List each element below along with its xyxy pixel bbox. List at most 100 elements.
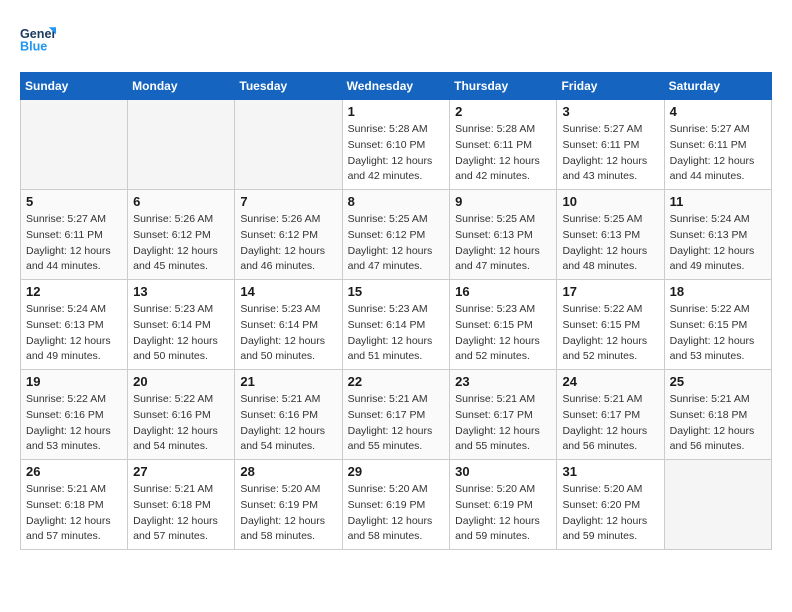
calendar-week-row: 19 Sunrise: 5:22 AMSunset: 6:16 PMDayligh… — [21, 370, 772, 460]
day-info: Sunrise: 5:23 AMSunset: 6:15 PMDaylight:… — [455, 302, 551, 365]
day-info: Sunrise: 5:22 AMSunset: 6:16 PMDaylight:… — [133, 392, 229, 455]
calendar-day-cell: 2 Sunrise: 5:28 AMSunset: 6:11 PMDaylight… — [450, 100, 557, 190]
day-number: 21 — [240, 374, 336, 389]
day-number: 17 — [562, 284, 658, 299]
calendar-day-cell: 20 Sunrise: 5:22 AMSunset: 6:16 PMDayligh… — [128, 370, 235, 460]
day-info: Sunrise: 5:22 AMSunset: 6:15 PMDaylight:… — [670, 302, 766, 365]
calendar-day-cell: 21Sunrise: 5:21 AMSunset: 6:16 PMDayligh… — [235, 370, 342, 460]
calendar-day-cell: 15 Sunrise: 5:23 AMSunset: 6:14 PMDayligh… — [342, 280, 450, 370]
calendar-day-header: Tuesday — [235, 73, 342, 100]
day-number: 10 — [562, 194, 658, 209]
calendar-day-cell: 4 Sunrise: 5:27 AMSunset: 6:11 PMDaylight… — [664, 100, 771, 190]
calendar-day-cell — [235, 100, 342, 190]
day-number: 16 — [455, 284, 551, 299]
day-number: 23 — [455, 374, 551, 389]
calendar-day-cell: 23 Sunrise: 5:21 AMSunset: 6:17 PMDayligh… — [450, 370, 557, 460]
day-info: Sunrise: 5:21 AMSunset: 6:17 PMDaylight:… — [455, 392, 551, 455]
day-info: Sunrise: 5:26 AMSunset: 6:12 PMDaylight:… — [240, 212, 336, 275]
day-number: 19 — [26, 374, 122, 389]
calendar-day-cell: 29 Sunrise: 5:20 AMSunset: 6:19 PMDayligh… — [342, 460, 450, 550]
calendar-day-cell: 10 Sunrise: 5:25 AMSunset: 6:13 PMDayligh… — [557, 190, 664, 280]
day-info: Sunrise: 5:21 AMSunset: 6:17 PMDaylight:… — [562, 392, 658, 455]
calendar-day-header: Saturday — [664, 73, 771, 100]
calendar-day-header: Thursday — [450, 73, 557, 100]
day-info: Sunrise: 5:20 AMSunset: 6:19 PMDaylight:… — [240, 482, 336, 545]
calendar-day-cell: 12 Sunrise: 5:24 AMSunset: 6:13 PMDayligh… — [21, 280, 128, 370]
calendar-day-cell: 18 Sunrise: 5:22 AMSunset: 6:15 PMDayligh… — [664, 280, 771, 370]
calendar-day-header: Friday — [557, 73, 664, 100]
day-number: 3 — [562, 104, 658, 119]
calendar-day-cell: 25Sunrise: 5:21 AMSunset: 6:18 PMDayligh… — [664, 370, 771, 460]
day-info: Sunrise: 5:24 AMSunset: 6:13 PMDaylight:… — [670, 212, 766, 275]
day-number: 12 — [26, 284, 122, 299]
calendar-day-header: Wednesday — [342, 73, 450, 100]
day-info: Sunrise: 5:23 AMSunset: 6:14 PMDaylight:… — [133, 302, 229, 365]
calendar-day-cell: 3 Sunrise: 5:27 AMSunset: 6:11 PMDaylight… — [557, 100, 664, 190]
calendar-day-cell: 27 Sunrise: 5:21 AMSunset: 6:18 PMDayligh… — [128, 460, 235, 550]
day-info: Sunrise: 5:23 AMSunset: 6:14 PMDaylight:… — [240, 302, 336, 365]
calendar-day-cell: 24Sunrise: 5:21 AMSunset: 6:17 PMDayligh… — [557, 370, 664, 460]
calendar-day-cell: 28 Sunrise: 5:20 AMSunset: 6:19 PMDayligh… — [235, 460, 342, 550]
calendar-week-row: 26 Sunrise: 5:21 AMSunset: 6:18 PMDayligh… — [21, 460, 772, 550]
day-info: Sunrise: 5:24 AMSunset: 6:13 PMDaylight:… — [26, 302, 122, 365]
day-info: Sunrise: 5:27 AMSunset: 6:11 PMDaylight:… — [670, 122, 766, 185]
day-info: Sunrise: 5:21 AMSunset: 6:18 PMDaylight:… — [26, 482, 122, 545]
calendar-week-row: 12 Sunrise: 5:24 AMSunset: 6:13 PMDayligh… — [21, 280, 772, 370]
day-number: 2 — [455, 104, 551, 119]
day-info: Sunrise: 5:22 AMSunset: 6:16 PMDaylight:… — [26, 392, 122, 455]
day-number: 20 — [133, 374, 229, 389]
calendar-day-header: Monday — [128, 73, 235, 100]
calendar-day-cell: 26 Sunrise: 5:21 AMSunset: 6:18 PMDayligh… — [21, 460, 128, 550]
day-info: Sunrise: 5:26 AMSunset: 6:12 PMDaylight:… — [133, 212, 229, 275]
day-number: 18 — [670, 284, 766, 299]
calendar-header-row: SundayMondayTuesdayWednesdayThursdayFrid… — [21, 73, 772, 100]
day-number: 28 — [240, 464, 336, 479]
logo-icon: General Blue — [20, 20, 56, 56]
svg-text:Blue: Blue — [20, 40, 47, 54]
day-info: Sunrise: 5:27 AMSunset: 6:11 PMDaylight:… — [562, 122, 658, 185]
day-info: Sunrise: 5:25 AMSunset: 6:12 PMDaylight:… — [348, 212, 445, 275]
calendar-week-row: 5Sunrise: 5:27 AMSunset: 6:11 PMDaylight… — [21, 190, 772, 280]
calendar-day-cell: 6 Sunrise: 5:26 AMSunset: 6:12 PMDaylight… — [128, 190, 235, 280]
day-number: 30 — [455, 464, 551, 479]
calendar-day-cell: 31 Sunrise: 5:20 AMSunset: 6:20 PMDayligh… — [557, 460, 664, 550]
day-info: Sunrise: 5:23 AMSunset: 6:14 PMDaylight:… — [348, 302, 445, 365]
calendar-day-header: Sunday — [21, 73, 128, 100]
calendar-day-cell — [664, 460, 771, 550]
calendar-day-cell: 22 Sunrise: 5:21 AMSunset: 6:17 PMDayligh… — [342, 370, 450, 460]
calendar-day-cell — [21, 100, 128, 190]
day-number: 13 — [133, 284, 229, 299]
day-number: 8 — [348, 194, 445, 209]
calendar-day-cell: 30 Sunrise: 5:20 AMSunset: 6:19 PMDayligh… — [450, 460, 557, 550]
day-number: 29 — [348, 464, 445, 479]
calendar-day-cell: 8 Sunrise: 5:25 AMSunset: 6:12 PMDaylight… — [342, 190, 450, 280]
calendar-day-cell: 17 Sunrise: 5:22 AMSunset: 6:15 PMDayligh… — [557, 280, 664, 370]
day-info: Sunrise: 5:20 AMSunset: 6:20 PMDaylight:… — [562, 482, 658, 545]
day-number: 1 — [348, 104, 445, 119]
calendar-day-cell — [128, 100, 235, 190]
day-info: Sunrise: 5:20 AMSunset: 6:19 PMDaylight:… — [455, 482, 551, 545]
day-number: 26 — [26, 464, 122, 479]
calendar-week-row: 1 Sunrise: 5:28 AMSunset: 6:10 PMDaylight… — [21, 100, 772, 190]
day-number: 27 — [133, 464, 229, 479]
day-info: Sunrise: 5:27 AMSunset: 6:11 PMDaylight:… — [26, 212, 122, 275]
day-info: Sunrise: 5:21 AMSunset: 6:17 PMDaylight:… — [348, 392, 445, 455]
calendar-day-cell: 16 Sunrise: 5:23 AMSunset: 6:15 PMDayligh… — [450, 280, 557, 370]
day-info: Sunrise: 5:22 AMSunset: 6:15 PMDaylight:… — [562, 302, 658, 365]
day-info: Sunrise: 5:25 AMSunset: 6:13 PMDaylight:… — [562, 212, 658, 275]
day-number: 7 — [240, 194, 336, 209]
day-number: 31 — [562, 464, 658, 479]
day-number: 4 — [670, 104, 766, 119]
day-info: Sunrise: 5:25 AMSunset: 6:13 PMDaylight:… — [455, 212, 551, 275]
day-number: 6 — [133, 194, 229, 209]
calendar-day-cell: 19 Sunrise: 5:22 AMSunset: 6:16 PMDayligh… — [21, 370, 128, 460]
logo: General Blue — [20, 20, 62, 56]
day-info: Sunrise: 5:21 AMSunset: 6:18 PMDaylight:… — [133, 482, 229, 545]
day-number: 15 — [348, 284, 445, 299]
calendar-day-cell: 14Sunrise: 5:23 AMSunset: 6:14 PMDayligh… — [235, 280, 342, 370]
day-info: Sunrise: 5:20 AMSunset: 6:19 PMDaylight:… — [348, 482, 445, 545]
day-number: 22 — [348, 374, 445, 389]
day-info: Sunrise: 5:28 AMSunset: 6:11 PMDaylight:… — [455, 122, 551, 185]
day-info: Sunrise: 5:28 AMSunset: 6:10 PMDaylight:… — [348, 122, 445, 185]
calendar-table: SundayMondayTuesdayWednesdayThursdayFrid… — [20, 72, 772, 550]
